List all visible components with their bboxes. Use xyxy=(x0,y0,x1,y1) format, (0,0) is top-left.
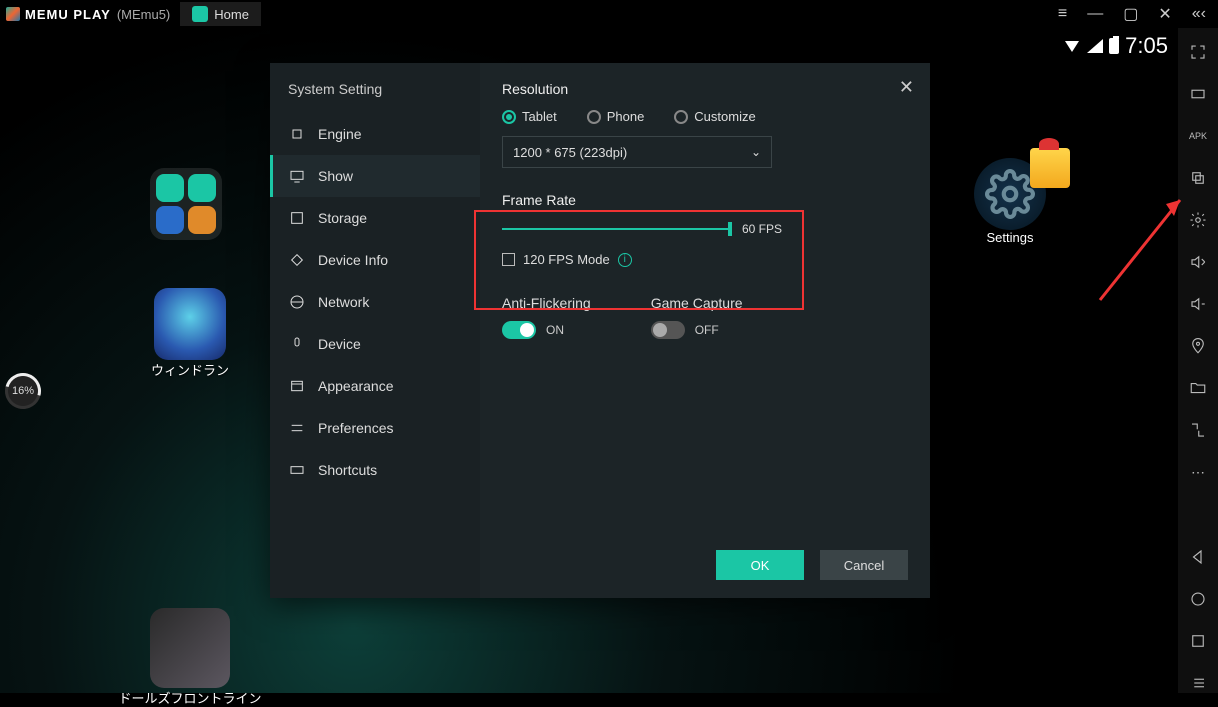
framerate-value: 60 FPS xyxy=(742,222,782,236)
app-windrun[interactable]: ウィンドラン xyxy=(140,288,240,379)
apk-icon[interactable]: APK xyxy=(1188,126,1208,146)
rotate-icon[interactable] xyxy=(1188,420,1208,440)
minimize-icon[interactable]: — xyxy=(1087,5,1103,23)
globe-icon xyxy=(288,293,306,311)
android-statusbar: 7:05 xyxy=(0,28,1178,64)
window-icon xyxy=(288,377,306,395)
dialog-body: ✕ Resolution Tablet Phone Customize 1200… xyxy=(480,63,930,598)
anti-flickering-title: Anti-Flickering xyxy=(502,295,591,311)
progress-text: 16% xyxy=(12,385,34,397)
app-logo: MEMU PLAY xyxy=(6,7,111,22)
titlebar: MEMU PLAY (MEmu5) Home ≡ — ▢ ✕ «‹ xyxy=(0,0,1218,28)
nav-preferences[interactable]: Preferences xyxy=(270,407,480,449)
expand-panel-icon[interactable]: «‹ xyxy=(1192,5,1206,23)
nav-shortcuts[interactable]: Shortcuts xyxy=(270,449,480,491)
gift-icon[interactable] xyxy=(1030,148,1070,188)
monitor-icon xyxy=(288,167,306,185)
disk-icon xyxy=(288,209,306,227)
dialog-close-icon[interactable]: ✕ xyxy=(899,77,914,98)
recents-square-icon[interactable] xyxy=(1188,631,1208,651)
right-toolbar: APK ⋯ xyxy=(1178,28,1218,693)
game-capture-state: OFF xyxy=(695,323,719,337)
close-window-icon[interactable]: ✕ xyxy=(1158,4,1171,24)
tab-home-label: Home xyxy=(214,7,249,22)
dialog-title: System Setting xyxy=(270,81,480,113)
nav-show[interactable]: Show xyxy=(270,155,480,197)
menu-lines-icon[interactable]: ≡ xyxy=(1058,5,1067,23)
signal-icon xyxy=(1087,39,1103,53)
chip-icon xyxy=(288,125,306,143)
more-icon[interactable]: ⋯ xyxy=(1188,462,1208,482)
window-controls: ≡ — ▢ ✕ «‹ xyxy=(1058,4,1212,24)
radio-phone[interactable]: Phone xyxy=(587,109,645,124)
cancel-button[interactable]: Cancel xyxy=(820,550,908,580)
system-setting-dialog: System Setting Engine Show Storage Devic… xyxy=(270,63,930,598)
volume-down-icon[interactable] xyxy=(1188,294,1208,314)
nav-engine[interactable]: Engine xyxy=(270,113,480,155)
mic-icon xyxy=(288,335,306,353)
dialog-sidebar: System Setting Engine Show Storage Devic… xyxy=(270,63,480,598)
battery-icon xyxy=(1109,38,1119,54)
nav-device[interactable]: Device xyxy=(270,323,480,365)
anti-flickering-state: ON xyxy=(546,323,564,337)
back-triangle-icon[interactable] xyxy=(1188,547,1208,567)
wifi-icon xyxy=(1065,41,1079,52)
app-dolls-label: ドールズフロントライン xyxy=(100,688,280,707)
nav-device-info[interactable]: Device Info xyxy=(270,239,480,281)
fullscreen-icon[interactable] xyxy=(1188,42,1208,62)
ok-button[interactable]: OK xyxy=(716,550,804,580)
download-progress[interactable]: 16% xyxy=(5,373,41,409)
settings-gear-icon[interactable] xyxy=(1188,210,1208,230)
volume-up-icon[interactable] xyxy=(1188,252,1208,272)
emulator-screen: 7:05 ウィンドラン Settings ドールズフロントライン 16% Sys… xyxy=(0,28,1178,693)
app-folder[interactable] xyxy=(150,168,230,240)
resolution-select[interactable]: 1200 * 675 (223dpi) ⌄ xyxy=(502,136,772,168)
nav-network[interactable]: Network xyxy=(270,281,480,323)
game-capture-toggle[interactable] xyxy=(651,321,685,339)
clock-time: 7:05 xyxy=(1125,33,1168,59)
framerate-slider[interactable] xyxy=(502,228,732,230)
home-circle-icon[interactable] xyxy=(1188,589,1208,609)
location-icon[interactable] xyxy=(1188,336,1208,356)
resolution-value: 1200 * 675 (223dpi) xyxy=(513,145,627,160)
sliders-icon xyxy=(288,419,306,437)
maximize-icon[interactable]: ▢ xyxy=(1123,4,1138,24)
tab-home[interactable]: Home xyxy=(180,2,261,26)
keyboard-icon xyxy=(288,461,306,479)
anti-flickering-toggle[interactable] xyxy=(502,321,536,339)
checkbox-120fps[interactable] xyxy=(502,253,515,266)
folder-icon[interactable] xyxy=(1188,378,1208,398)
chevron-down-icon: ⌄ xyxy=(751,145,761,159)
radio-tablet[interactable]: Tablet xyxy=(502,109,557,124)
nav-appearance[interactable]: Appearance xyxy=(270,365,480,407)
keymap-icon[interactable] xyxy=(1188,84,1208,104)
label-120fps: 120 FPS Mode xyxy=(523,252,610,267)
instance-name: (MEmu5) xyxy=(117,7,170,22)
logo-text: MEMU PLAY xyxy=(25,7,111,22)
game-capture-title: Game Capture xyxy=(651,295,743,311)
app-windrun-label: ウィンドラン xyxy=(140,360,240,379)
list-icon[interactable] xyxy=(1188,673,1208,693)
radio-customize[interactable]: Customize xyxy=(674,109,755,124)
tag-icon xyxy=(288,251,306,269)
info-icon[interactable]: i xyxy=(618,253,632,267)
nav-storage[interactable]: Storage xyxy=(270,197,480,239)
home-icon xyxy=(192,6,208,22)
framerate-title: Frame Rate xyxy=(502,192,908,208)
app-dolls[interactable]: ドールズフロントライン xyxy=(100,608,280,707)
app-settings-label: Settings xyxy=(960,230,1060,245)
multi-window-icon[interactable] xyxy=(1188,168,1208,188)
resolution-title: Resolution xyxy=(502,81,908,97)
logo-icon xyxy=(6,7,20,21)
